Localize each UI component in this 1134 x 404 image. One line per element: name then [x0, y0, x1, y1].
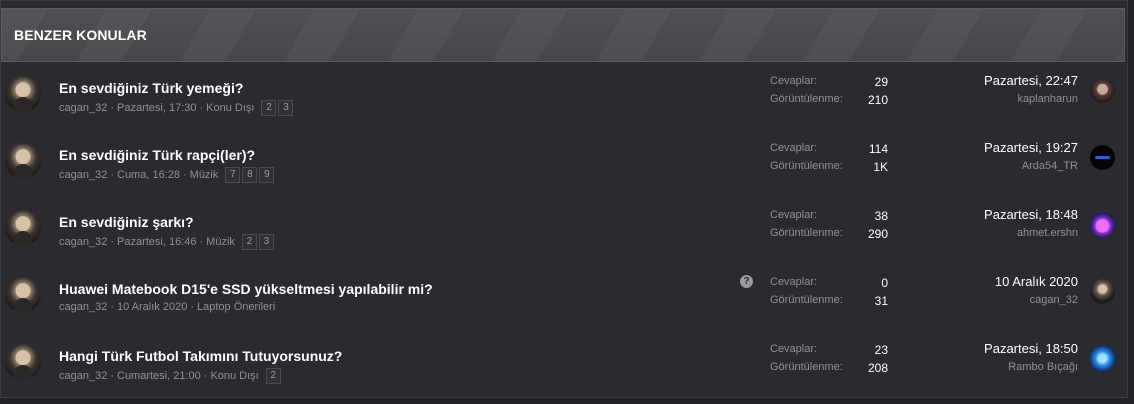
thread-date[interactable]: Cuma, 16:28 [117, 169, 180, 181]
views-count: 290 [867, 227, 888, 241]
page-links: 2 [265, 368, 283, 384]
thread-forum[interactable]: Müzik [206, 236, 235, 248]
thread-row[interactable]: En sevdiğiniz şarkı? cagan_32 · Pazartesi… [1, 196, 1127, 263]
thread-meta: cagan_32 · Pazartesi, 17:30 · Konu Dışı 2 … [59, 100, 295, 116]
replies-label: Cevaplar: [770, 276, 818, 288]
thread-date[interactable]: Cumartesi, 21:00 [117, 370, 201, 382]
block-title: BENZER KONULAR [14, 27, 147, 43]
views-count: 208 [867, 361, 888, 375]
thread-forum[interactable]: Konu Dışı [210, 370, 258, 382]
views-count: 210 [867, 93, 888, 107]
thread-row[interactable]: En sevdiğiniz Türk yemeği? cagan_32 · Paz… [1, 62, 1127, 129]
author-avatar[interactable] [5, 210, 41, 246]
thread-meta: cagan_32 · Pazartesi, 16:46 · Müzik 2 3 [59, 234, 276, 250]
last-poster-avatar[interactable] [1090, 279, 1115, 304]
thread-title[interactable]: Huawei Matebook D15'e SSD yükseltmesi ya… [59, 281, 433, 297]
thread-meta: cagan_32 · Cuma, 16:28 · Müzik 7 8 9 [59, 167, 276, 183]
page-link[interactable]: 2 [265, 368, 281, 384]
page-link[interactable]: 8 [242, 167, 258, 183]
replies-count: 29 [874, 75, 888, 89]
replies-count: 38 [874, 209, 888, 223]
author-avatar[interactable] [5, 76, 41, 112]
last-post-user[interactable]: kaplanharun [1017, 93, 1078, 105]
thread-date[interactable]: Pazartesi, 17:30 [117, 102, 197, 114]
views-label: Görüntülenme: [770, 93, 843, 105]
views-count: 1K [873, 160, 888, 174]
thread-author[interactable]: cagan_32 [59, 169, 107, 181]
thread-forum[interactable]: Laptop Önerileri [197, 301, 275, 313]
thread-row[interactable]: Huawei Matebook D15'e SSD yükseltmesi ya… [1, 263, 1127, 330]
page-links: 2 3 [261, 100, 295, 116]
thread-forum[interactable]: Konu Dışı [206, 102, 254, 114]
views-label: Görüntülenme: [770, 294, 843, 306]
last-poster-avatar[interactable] [1090, 212, 1115, 237]
page-link[interactable]: 2 [261, 100, 277, 116]
author-avatar[interactable] [5, 143, 41, 179]
last-post-user[interactable]: ahmet.ershn [1017, 227, 1078, 239]
last-post-date[interactable]: Pazartesi, 18:48 [984, 207, 1078, 222]
page-link[interactable]: 3 [258, 234, 274, 250]
page-links: 2 3 [241, 234, 276, 250]
thread-author[interactable]: cagan_32 [59, 236, 107, 248]
thread-author[interactable]: cagan_32 [59, 301, 107, 313]
thread-title[interactable]: En sevdiğiniz Türk yemeği? [59, 80, 243, 96]
replies-label: Cevaplar: [770, 209, 818, 221]
thread-date[interactable]: 10 Aralık 2020 [117, 301, 187, 313]
thread-title[interactable]: En sevdiğiniz şarkı? [59, 214, 194, 230]
replies-count: 114 [868, 142, 888, 156]
last-post-date[interactable]: 10 Aralık 2020 [995, 274, 1078, 289]
author-avatar[interactable] [5, 344, 41, 380]
views-label: Görüntülenme: [770, 160, 843, 172]
thread-title[interactable]: En sevdiğiniz Türk rapçi(ler)? [59, 147, 255, 163]
similar-threads-block: BENZER KONULAR En sevdiğiniz Türk yemeği… [0, 0, 1128, 398]
page-link[interactable]: 2 [241, 234, 257, 250]
thread-meta: cagan_32 · Cumartesi, 21:00 · Konu Dışı 2 [59, 368, 283, 384]
page-link[interactable]: 9 [259, 167, 275, 183]
last-post-user[interactable]: cagan_32 [1030, 294, 1078, 306]
header-watermark [2, 9, 1124, 61]
thread-forum[interactable]: Müzik [190, 169, 219, 181]
block-header: BENZER KONULAR [1, 8, 1125, 62]
last-poster-avatar[interactable] [1090, 346, 1115, 371]
thread-title[interactable]: Hangi Türk Futbol Takımını Tutuyorsunuz? [59, 348, 342, 364]
replies-count: 23 [874, 343, 888, 357]
last-post-date[interactable]: Pazartesi, 19:27 [984, 140, 1078, 155]
replies-count: 0 [881, 276, 888, 290]
thread-author[interactable]: cagan_32 [59, 370, 107, 382]
page-link[interactable]: 3 [278, 100, 294, 116]
thread-date[interactable]: Pazartesi, 16:46 [117, 236, 197, 248]
last-post-user[interactable]: Rambo Bıçağı [1008, 361, 1078, 373]
thread-meta: cagan_32 · 10 Aralık 2020 · Laptop Önerile… [59, 301, 276, 313]
page-link[interactable]: 7 [225, 167, 241, 183]
last-post-user[interactable]: Arda54_TR [1022, 160, 1078, 172]
question-icon: ? [740, 275, 753, 288]
views-label: Görüntülenme: [770, 227, 843, 239]
last-post-date[interactable]: Pazartesi, 18:50 [984, 341, 1078, 356]
thread-author[interactable]: cagan_32 [59, 102, 107, 114]
replies-label: Cevaplar: [770, 142, 818, 154]
author-avatar[interactable] [5, 277, 41, 313]
page-links: 7 8 9 [225, 167, 276, 183]
views-count: 31 [874, 294, 888, 308]
replies-label: Cevaplar: [770, 75, 818, 87]
last-poster-avatar[interactable] [1090, 78, 1115, 103]
last-poster-avatar[interactable] [1090, 145, 1115, 170]
views-label: Görüntülenme: [770, 361, 843, 373]
thread-row[interactable]: En sevdiğiniz Türk rapçi(ler)? cagan_32 ·… [1, 129, 1127, 196]
replies-label: Cevaplar: [770, 343, 818, 355]
last-post-date[interactable]: Pazartesi, 22:47 [984, 73, 1078, 88]
thread-row[interactable]: Hangi Türk Futbol Takımını Tutuyorsunuz?… [1, 330, 1127, 397]
